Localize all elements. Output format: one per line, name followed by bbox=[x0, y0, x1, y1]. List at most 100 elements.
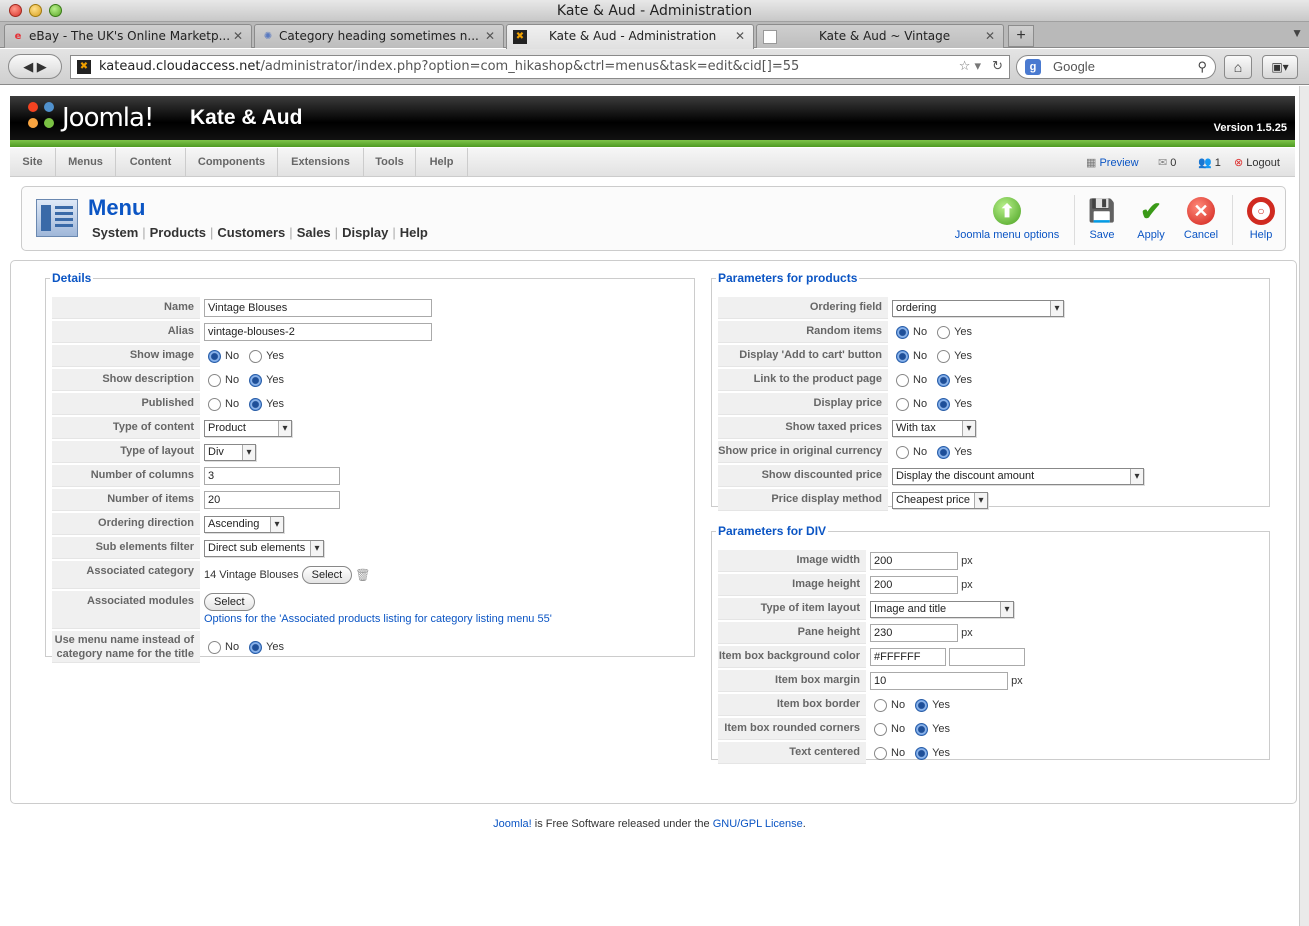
bookmark-star-icon[interactable]: ☆ ▾ bbox=[959, 56, 981, 78]
show-description-yes-radio[interactable] bbox=[249, 373, 263, 387]
submenu-system[interactable]: System bbox=[92, 225, 138, 240]
use-menu-name-no-radio[interactable] bbox=[208, 640, 221, 654]
select-modules-button[interactable]: Select bbox=[204, 593, 255, 611]
menu-content[interactable]: Content bbox=[116, 148, 186, 177]
type-content-select[interactable]: Product bbox=[204, 419, 292, 437]
tab-kate-aud-vintage[interactable]: Kate & Aud ~ Vintage ✕ bbox=[756, 24, 1004, 48]
menu-site[interactable]: Site bbox=[10, 148, 56, 177]
add-to-cart-no-radio[interactable] bbox=[896, 349, 909, 363]
associated-category-value: 14 Vintage Blouses bbox=[204, 569, 299, 581]
users-online-count: 👥 1 bbox=[1198, 156, 1221, 169]
zoom-window-button[interactable] bbox=[49, 4, 62, 17]
published-no-radio[interactable] bbox=[208, 397, 221, 411]
joomla-link[interactable]: Joomla! bbox=[493, 818, 532, 830]
submenu-help[interactable]: Help bbox=[400, 225, 428, 240]
item-border-yes-radio[interactable] bbox=[915, 698, 929, 712]
submenu-customers[interactable]: Customers bbox=[217, 225, 285, 240]
close-window-button[interactable] bbox=[9, 4, 22, 17]
close-tab-icon[interactable]: ✕ bbox=[735, 25, 745, 47]
search-icon[interactable]: ⚲ bbox=[1197, 56, 1207, 78]
new-tab-button[interactable]: + bbox=[1008, 25, 1034, 47]
submenu-display[interactable]: Display bbox=[342, 225, 388, 240]
item-layout-select[interactable]: Image and title bbox=[870, 600, 1014, 618]
close-tab-icon[interactable]: ✕ bbox=[233, 25, 243, 47]
item-border-no-radio[interactable] bbox=[874, 698, 887, 712]
display-price-no-radio[interactable] bbox=[896, 397, 909, 411]
tab-list-icon[interactable]: ▼ bbox=[1291, 26, 1303, 40]
sub-elements-filter-select[interactable]: Direct sub elements bbox=[204, 539, 324, 557]
image-width-input[interactable]: 200 bbox=[870, 552, 958, 571]
apply-button[interactable]: ✔ Apply bbox=[1134, 197, 1168, 241]
save-button[interactable]: 💾 Save bbox=[1086, 197, 1118, 241]
show-image-no-radio[interactable] bbox=[208, 349, 221, 363]
tab-label: Kate & Aud - Administration bbox=[549, 29, 717, 43]
minimize-window-button[interactable] bbox=[29, 4, 42, 17]
link-product-no-radio[interactable] bbox=[896, 373, 909, 387]
trash-icon[interactable]: 🗑 bbox=[355, 568, 370, 582]
logout-link[interactable]: ⊗ Logout bbox=[1234, 156, 1280, 169]
bg-color-swatch[interactable] bbox=[949, 648, 1026, 667]
bg-color-input[interactable]: #FFFFFF bbox=[870, 648, 946, 667]
search-box[interactable]: g Google ⚲ bbox=[1016, 55, 1216, 79]
menu-components[interactable]: Components bbox=[186, 148, 278, 177]
ordering-direction-select[interactable]: Ascending bbox=[204, 515, 284, 533]
associated-modules-options-link[interactable]: Options for the 'Associated products lis… bbox=[204, 613, 552, 625]
image-height-input[interactable]: 200 bbox=[870, 576, 958, 595]
random-items-no-radio[interactable] bbox=[896, 325, 909, 339]
menu-tools[interactable]: Tools bbox=[364, 148, 416, 177]
radio-label-yes: Yes bbox=[932, 723, 951, 736]
tab-category-heading[interactable]: ✺ Category heading sometimes n... ✕ bbox=[254, 24, 504, 48]
columns-input[interactable]: 3 bbox=[204, 467, 340, 486]
home-button[interactable]: ⌂ bbox=[1224, 55, 1252, 79]
text-centered-yes-radio[interactable] bbox=[915, 746, 929, 760]
original-currency-no-radio[interactable] bbox=[896, 445, 909, 459]
alias-input[interactable]: vintage-blouses-2 bbox=[204, 323, 432, 342]
joomla-menu-options-button[interactable]: ⬆ Joomla menu options bbox=[952, 197, 1062, 241]
cancel-button[interactable]: ✕ Cancel bbox=[1182, 197, 1220, 241]
original-currency-yes-radio[interactable] bbox=[937, 445, 951, 459]
select-category-button[interactable]: Select bbox=[301, 566, 353, 585]
margin-input[interactable]: 10 bbox=[870, 672, 1008, 691]
use-menu-name-yes-radio[interactable] bbox=[249, 640, 263, 654]
rounded-corners-yes-radio[interactable] bbox=[915, 722, 929, 736]
submenu-sales[interactable]: Sales bbox=[297, 225, 331, 240]
back-forward-button[interactable]: ◀ ▶ bbox=[8, 54, 62, 79]
show-taxed-select[interactable]: With tax bbox=[892, 419, 976, 437]
discounted-price-select[interactable]: Display the discount amount bbox=[892, 467, 1144, 485]
close-tab-icon[interactable]: ✕ bbox=[485, 25, 495, 47]
ordering-field-select[interactable]: ordering bbox=[892, 299, 1064, 317]
show-taxed-label: Show taxed prices bbox=[718, 417, 888, 439]
name-input[interactable]: Vintage Blouses bbox=[204, 299, 432, 318]
display-price-yes-radio[interactable] bbox=[937, 397, 951, 411]
close-tab-icon[interactable]: ✕ bbox=[985, 25, 995, 47]
rounded-corners-no-radio[interactable] bbox=[874, 722, 887, 736]
menu-extensions[interactable]: Extensions bbox=[278, 148, 364, 177]
preview-link[interactable]: ▦ Preview bbox=[1086, 156, 1139, 169]
help-button[interactable]: ○ Help bbox=[1246, 197, 1276, 241]
price-method-select[interactable]: Cheapest price bbox=[892, 491, 988, 509]
type-layout-select[interactable]: Div bbox=[204, 443, 256, 461]
menu-help[interactable]: Help bbox=[416, 148, 468, 177]
tab-ebay[interactable]: e eBay - The UK's Online Marketp... ✕ bbox=[4, 24, 252, 48]
show-description-no-radio[interactable] bbox=[208, 373, 221, 387]
random-items-yes-radio[interactable] bbox=[937, 325, 951, 339]
bookmarks-button[interactable]: ▣▾ bbox=[1262, 55, 1298, 79]
pane-height-input[interactable]: 230 bbox=[870, 624, 958, 643]
tab-kate-aud-administration[interactable]: ✖ Kate & Aud - Administration ✕ bbox=[506, 24, 754, 49]
submenu-products[interactable]: Products bbox=[150, 225, 206, 240]
gpl-license-link[interactable]: GNU/GPL License bbox=[713, 818, 803, 830]
messages-count[interactable]: ✉ 0 bbox=[1158, 156, 1176, 169]
address-bar[interactable]: ✖ kateaud.cloudaccess.net/administrator/… bbox=[70, 55, 1010, 79]
radio-label-no: No bbox=[225, 398, 240, 411]
page-scrollbar[interactable] bbox=[1299, 86, 1309, 926]
add-to-cart-yes-radio[interactable] bbox=[937, 349, 951, 363]
show-image-yes-radio[interactable] bbox=[249, 349, 263, 363]
link-product-yes-radio[interactable] bbox=[937, 373, 951, 387]
radio-label-yes: Yes bbox=[954, 326, 973, 339]
menu-menus[interactable]: Menus bbox=[56, 148, 116, 177]
text-centered-no-radio[interactable] bbox=[874, 746, 887, 760]
apply-label: Apply bbox=[1137, 229, 1165, 241]
items-input[interactable]: 20 bbox=[204, 491, 340, 510]
reload-icon[interactable]: ↻ bbox=[992, 56, 1003, 78]
published-yes-radio[interactable] bbox=[249, 397, 263, 411]
